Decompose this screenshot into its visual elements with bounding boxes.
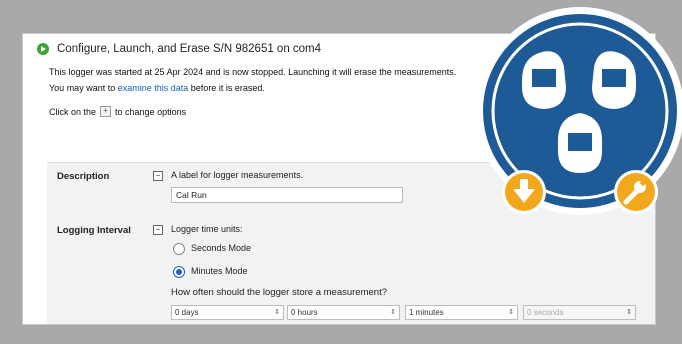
seconds-spinner: 0 seconds ⇕ — [523, 305, 636, 320]
logger-device-icon — [522, 51, 566, 109]
logger-device-icon — [558, 113, 602, 173]
wrench-icon — [614, 170, 658, 214]
days-spinner[interactable]: 0 days ⇕ — [171, 305, 284, 320]
days-spin-arrows-icon[interactable]: ⇕ — [274, 306, 280, 319]
hours-spin-arrows-icon[interactable]: ⇕ — [390, 306, 396, 319]
status-line-2-prefix: You may want to — [49, 83, 116, 93]
expand-icon: + — [100, 106, 112, 117]
seconds-value: 0 seconds — [527, 308, 564, 317]
logger-device-icon — [592, 51, 636, 109]
minutes-value: 1 minutes — [409, 308, 444, 317]
minutes-mode-radio[interactable] — [173, 266, 185, 278]
loggers-badge-icon — [476, 7, 682, 215]
hint-suffix: to change options — [115, 106, 187, 117]
window-title: Configure, Launch, and Erase S/N 982651 … — [57, 43, 322, 55]
hours-value: 0 hours — [291, 308, 318, 317]
download-arrow-icon — [502, 170, 546, 214]
description-collapse-icon[interactable]: − — [153, 171, 163, 181]
description-subtext: A label for logger measurements. — [171, 170, 304, 180]
minutes-mode-label: Minutes Mode — [191, 266, 248, 276]
examine-data-link[interactable]: examine this data — [118, 83, 189, 93]
seconds-spin-arrows-icon: ⇕ — [626, 309, 632, 316]
hint-prefix: Click on the — [49, 106, 97, 117]
time-units-label: Logger time units: — [171, 224, 243, 234]
logging-interval-label: Logging Interval — [57, 225, 131, 236]
status-line-2-suffix: before it is erased. — [190, 83, 265, 93]
minutes-spin-arrows-icon[interactable]: ⇕ — [508, 306, 514, 319]
launch-icon — [37, 43, 49, 55]
description-input[interactable]: Cal Run — [171, 187, 403, 203]
interval-question: How often should the logger store a meas… — [171, 287, 387, 298]
minutes-spinner[interactable]: 1 minutes ⇕ — [405, 305, 518, 320]
logging-interval-collapse-icon[interactable]: − — [153, 225, 163, 235]
description-label: Description — [57, 171, 110, 182]
seconds-mode-label: Seconds Mode — [191, 243, 252, 253]
seconds-mode-radio[interactable] — [173, 243, 185, 255]
days-value: 0 days — [175, 308, 199, 317]
hours-spinner[interactable]: 0 hours ⇕ — [287, 305, 400, 320]
